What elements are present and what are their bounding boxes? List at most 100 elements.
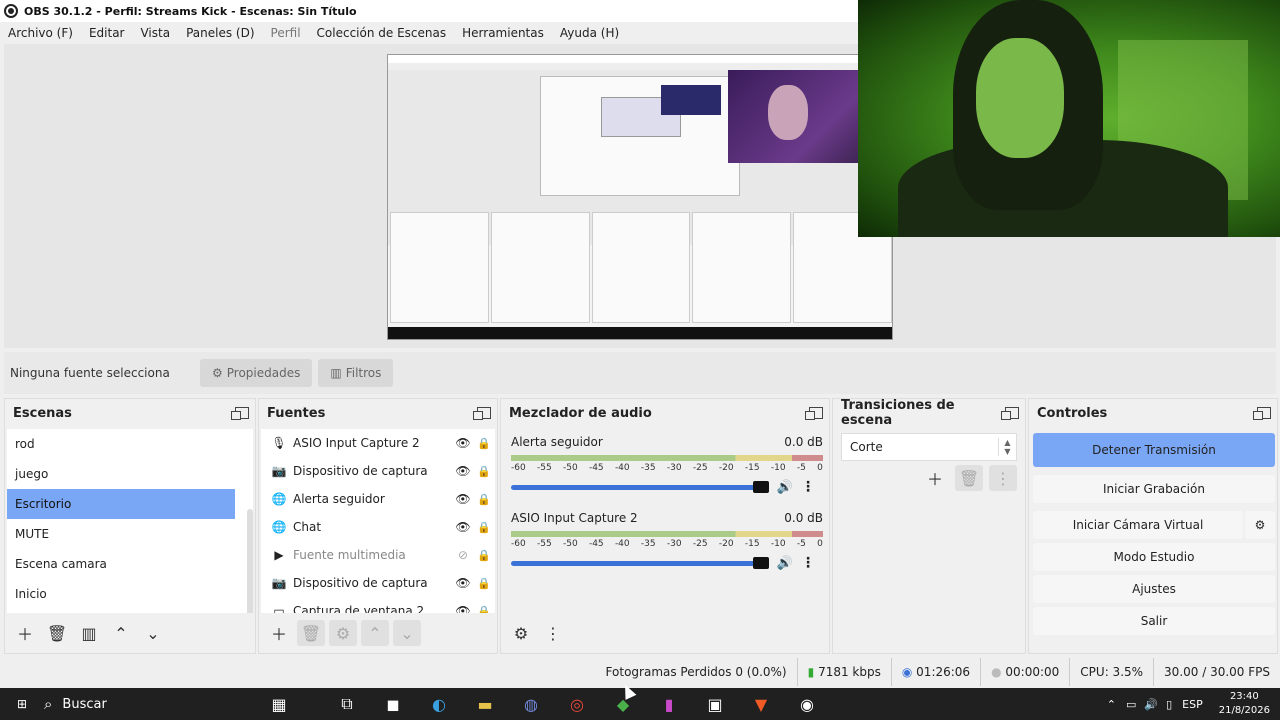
source-item[interactable]: 🌐 Chat 👁 🔒 — [261, 513, 495, 541]
obs-icon[interactable]: ◉ — [784, 688, 830, 720]
lock-icon[interactable]: 🔒 — [473, 549, 495, 562]
widgets-icon[interactable]: ▦ — [234, 688, 324, 720]
language-indicator[interactable]: ESP — [1176, 698, 1209, 711]
lock-icon[interactable]: 🔒 — [473, 493, 495, 506]
undock-icon[interactable] — [1253, 407, 1271, 420]
scenes-scrollbar[interactable] — [247, 509, 253, 613]
menu-coleccion[interactable]: Colección de Escenas — [309, 26, 455, 40]
source-item[interactable]: 🎙 ASIO Input Capture 2 👁 🔒 — [261, 429, 495, 457]
task-view-icon[interactable]: ⧉ — [324, 688, 370, 720]
source-item[interactable]: ▶ Fuente multimedia ⊘ 🔒 — [261, 541, 495, 569]
undock-icon[interactable] — [1001, 407, 1019, 420]
menu-archivo[interactable]: Archivo (F) — [0, 26, 81, 40]
program-preview[interactable] — [387, 54, 893, 340]
eye-icon[interactable]: 👁 — [453, 576, 473, 590]
studio-mode-button[interactable]: Modo Estudio — [1033, 543, 1275, 571]
source-item[interactable]: 📷 Dispositivo de captura 👁 🔒 — [261, 457, 495, 485]
transition-menu-button[interactable]: ⋮ — [989, 465, 1017, 491]
remove-source-button[interactable]: 🗑 — [297, 620, 325, 646]
mixer-menu-button[interactable]: ⋮ — [539, 620, 567, 646]
eye-icon[interactable]: 👁 — [453, 604, 473, 613]
eye-hidden-icon[interactable]: ⊘ — [453, 548, 473, 562]
source-item[interactable]: ▭ Captura de ventana 2 👁 🔒 — [261, 597, 495, 613]
channel-name: Alerta seguidor — [511, 435, 603, 449]
menu-paneles[interactable]: Paneles (D) — [178, 26, 262, 40]
volume-slider[interactable] — [511, 480, 769, 493]
more-icon[interactable]: ⋮ — [793, 555, 823, 571]
battery-icon[interactable]: ▯ — [1162, 698, 1176, 711]
scene-item[interactable]: rod — [7, 429, 253, 459]
add-source-button[interactable]: ＋ — [265, 620, 293, 646]
move-up-button[interactable]: ⌃ — [107, 620, 135, 646]
source-up-button[interactable]: ⌃ — [361, 620, 389, 646]
remove-transition-button[interactable]: 🗑 — [955, 465, 983, 491]
channel-db: 0.0 dB — [784, 435, 823, 449]
clock[interactable]: 23:40 21/8/2026 — [1209, 690, 1280, 718]
lock-icon[interactable]: 🔒 — [473, 521, 495, 534]
stop-stream-button[interactable]: Detener Transmisión — [1033, 433, 1275, 467]
menu-ayuda[interactable]: Ayuda (H) — [552, 26, 627, 40]
camera-icon: 📷 — [271, 576, 287, 590]
add-transition-button[interactable]: ＋ — [921, 465, 949, 491]
discord-icon[interactable]: ◍ — [508, 688, 554, 720]
transitions-dock: Transiciones de escena Corte ▲ ▼ ＋ 🗑 ⋮ — [832, 398, 1026, 654]
system-tray: ⌃ ▭ 🔊 ▯ ESP 23:40 21/8/2026 — [1101, 688, 1280, 720]
undock-icon[interactable] — [231, 407, 249, 420]
add-scene-button[interactable]: ＋ — [11, 620, 39, 646]
chevron-up-icon[interactable]: ⌃ — [1101, 698, 1122, 711]
eye-icon[interactable]: 👁 — [453, 520, 473, 534]
undock-icon[interactable] — [805, 407, 823, 420]
move-down-button[interactable]: ⌄ — [139, 620, 167, 646]
source-settings-button[interactable]: ⚙ — [329, 620, 357, 646]
advanced-audio-button[interactable]: ⚙ — [507, 620, 535, 646]
remove-scene-button[interactable]: 🗑 — [43, 620, 71, 646]
windows-start-icon[interactable]: ⊞ — [0, 697, 44, 711]
volume-icon[interactable]: 🔊 — [1140, 698, 1162, 711]
scene-item-selected[interactable]: Escritorio — [7, 489, 235, 519]
source-item[interactable]: 📷 Dispositivo de captura 👁 🔒 — [261, 569, 495, 597]
preview-nested-menu — [388, 63, 892, 70]
minecraft-icon[interactable]: ◼ — [370, 688, 416, 720]
brave-icon[interactable]: ▼ — [738, 688, 784, 720]
undock-icon[interactable] — [473, 407, 491, 420]
menu-herramientas[interactable]: Herramientas — [454, 26, 552, 40]
preview-nested-docks — [388, 210, 892, 325]
scene-item[interactable]: juego — [7, 459, 253, 489]
volume-slider[interactable] — [511, 556, 769, 569]
app-icon[interactable]: ▮ — [646, 688, 692, 720]
lock-icon[interactable]: 🔒 — [473, 437, 495, 450]
lock-icon[interactable]: 🔒 — [473, 465, 495, 478]
source-item[interactable]: 🌐 Alerta seguidor 👁 🔒 — [261, 485, 495, 513]
sources-dock: Fuentes 🎙 ASIO Input Capture 2 👁 🔒 📷 Disposi… — [258, 398, 498, 654]
virtual-camera-settings-button[interactable]: ⚙ — [1245, 511, 1275, 539]
scene-item[interactable]: MUTE — [7, 519, 253, 549]
virtual-camera-button[interactable]: Iniciar Cámara Virtual — [1033, 511, 1243, 539]
menu-vista[interactable]: Vista — [132, 26, 178, 40]
filters-button[interactable]: ▥ Filtros — [318, 359, 394, 387]
chrome-icon[interactable]: ◎ — [554, 688, 600, 720]
lock-icon[interactable]: 🔒 — [473, 577, 495, 590]
edge-icon[interactable]: ◐ — [416, 688, 462, 720]
window-icon: ▭ — [273, 604, 285, 613]
more-icon[interactable]: ⋮ — [793, 479, 823, 495]
properties-button[interactable]: ⚙ Propiedades — [200, 359, 313, 387]
scene-item[interactable]: Escena camara — [7, 549, 253, 579]
menu-perfil[interactable]: Perfil — [263, 26, 309, 40]
scene-filters-button[interactable]: ▥ — [75, 620, 103, 646]
taskbar-search[interactable]: ⌕ Buscar — [44, 695, 234, 713]
lock-icon[interactable]: 🔒 — [473, 605, 495, 614]
app-icon[interactable]: ▣ — [692, 688, 738, 720]
explorer-icon[interactable]: ▬ — [462, 688, 508, 720]
source-down-button[interactable]: ⌄ — [393, 620, 421, 646]
transition-select[interactable]: Corte ▲ ▼ — [841, 433, 1017, 461]
eye-icon[interactable]: 👁 — [453, 492, 473, 506]
eye-icon[interactable]: 👁 — [453, 464, 473, 478]
menu-editar[interactable]: Editar — [81, 26, 133, 40]
scene-item[interactable]: Inicio — [7, 579, 253, 609]
start-recording-button[interactable]: Iniciar Grabación — [1033, 475, 1275, 503]
window-titlebar: OBS 30.1.2 - Perfil: Streams Kick - Esce… — [0, 0, 858, 22]
settings-button[interactable]: Ajustes — [1033, 575, 1275, 603]
exit-button[interactable]: Salir — [1033, 607, 1275, 635]
network-icon[interactable]: ▭ — [1122, 698, 1140, 711]
eye-icon[interactable]: 👁 — [453, 436, 473, 450]
